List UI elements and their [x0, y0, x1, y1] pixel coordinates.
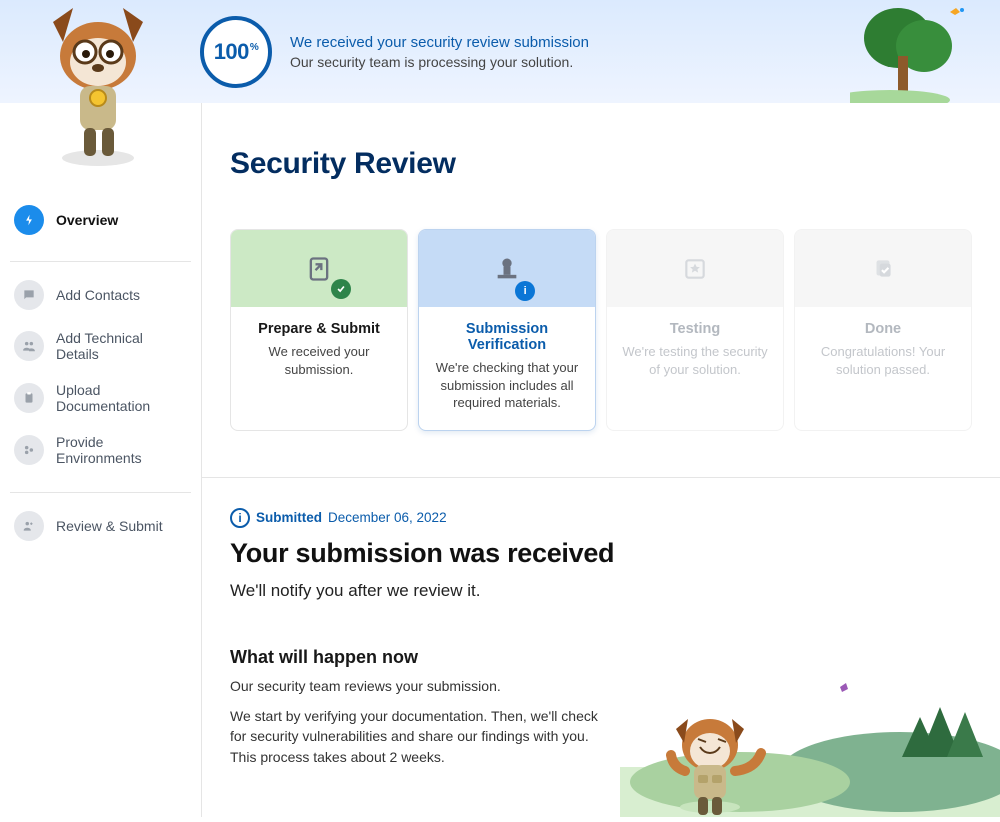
sidebar-item-add-contacts[interactable]: Add Contacts: [0, 270, 201, 320]
testing-icon: [682, 256, 708, 282]
page-title: Security Review: [230, 147, 972, 181]
stamp-icon: [493, 255, 521, 283]
card-title: Testing: [619, 321, 771, 337]
sidebar: Overview Add Contacts Add Technical Deta…: [0, 103, 202, 817]
card-submission-verification[interactable]: i Submission Verification We're checking…: [418, 229, 596, 431]
divider: [10, 492, 191, 493]
nav-label: Upload Documentation: [56, 382, 187, 414]
sidebar-item-technical-details[interactable]: Add Technical Details: [0, 320, 201, 372]
status-date: December 06, 2022: [328, 510, 447, 525]
what-happens-p1: Our security team reviews your submissio…: [230, 676, 610, 696]
nav-label: Add Contacts: [56, 287, 140, 303]
card-prepare-submit[interactable]: Prepare & Submit We received your submis…: [230, 229, 408, 431]
card-testing[interactable]: Testing We're testing the security of yo…: [606, 229, 784, 431]
banner-text: We received your security review submiss…: [290, 34, 589, 70]
card-desc: We're checking that your submission incl…: [431, 359, 583, 412]
card-title: Done: [807, 321, 959, 337]
info-icon: i: [230, 508, 250, 528]
sidebar-item-upload-documentation[interactable]: Upload Documentation: [0, 372, 201, 424]
nav-label: Add Technical Details: [56, 330, 187, 362]
clipboard-icon: [14, 383, 44, 413]
progress-percent: 100%: [214, 39, 259, 65]
chat-icon: [14, 280, 44, 310]
card-done[interactable]: Done Congratulations! Your solution pass…: [794, 229, 972, 431]
progress-cards: Prepare & Submit We received your submis…: [230, 229, 972, 431]
sidebar-item-overview[interactable]: Overview: [0, 195, 201, 245]
lightning-icon: [14, 205, 44, 235]
card-title: Prepare & Submit: [243, 321, 395, 337]
card-desc: Congratulations! Your solution passed.: [807, 343, 959, 378]
bottom-illustration-icon: [620, 657, 1000, 817]
mascot-illustration-icon: [28, 0, 168, 168]
divider: [10, 261, 191, 262]
progress-ring: 100%: [200, 16, 272, 88]
nav-label: Overview: [56, 212, 118, 228]
submission-subtext: We'll notify you after we review it.: [230, 581, 972, 601]
environments-icon: [14, 435, 44, 465]
status-line: i Submitted December 06, 2022: [230, 508, 972, 528]
check-badge-icon: [331, 279, 351, 299]
submit-icon: [14, 511, 44, 541]
submission-heading: Your submission was received: [230, 538, 972, 569]
status-word: Submitted: [256, 510, 322, 525]
banner-title: We received your security review submiss…: [290, 34, 589, 51]
card-desc: We're testing the security of your solut…: [619, 343, 771, 378]
card-title: Submission Verification: [431, 321, 583, 353]
card-desc: We received your submission.: [243, 343, 395, 378]
people-icon: [14, 331, 44, 361]
done-icon: [870, 256, 896, 282]
what-happens-p2: We start by verifying your documentation…: [230, 706, 610, 767]
sidebar-item-provide-environments[interactable]: Provide Environments: [0, 424, 201, 476]
sidebar-item-review-submit[interactable]: Review & Submit: [0, 501, 201, 551]
info-badge-icon: i: [515, 281, 535, 301]
nav-label: Provide Environments: [56, 434, 187, 466]
nav-label: Review & Submit: [56, 518, 163, 534]
banner-subtitle: Our security team is processing your sol…: [290, 54, 589, 70]
submit-step-icon: [305, 255, 333, 283]
section-divider: [202, 477, 1000, 478]
landscape-decoration-icon: [850, 0, 1000, 103]
main-content: Security Review Prepare & Submit We rece…: [202, 103, 1000, 817]
